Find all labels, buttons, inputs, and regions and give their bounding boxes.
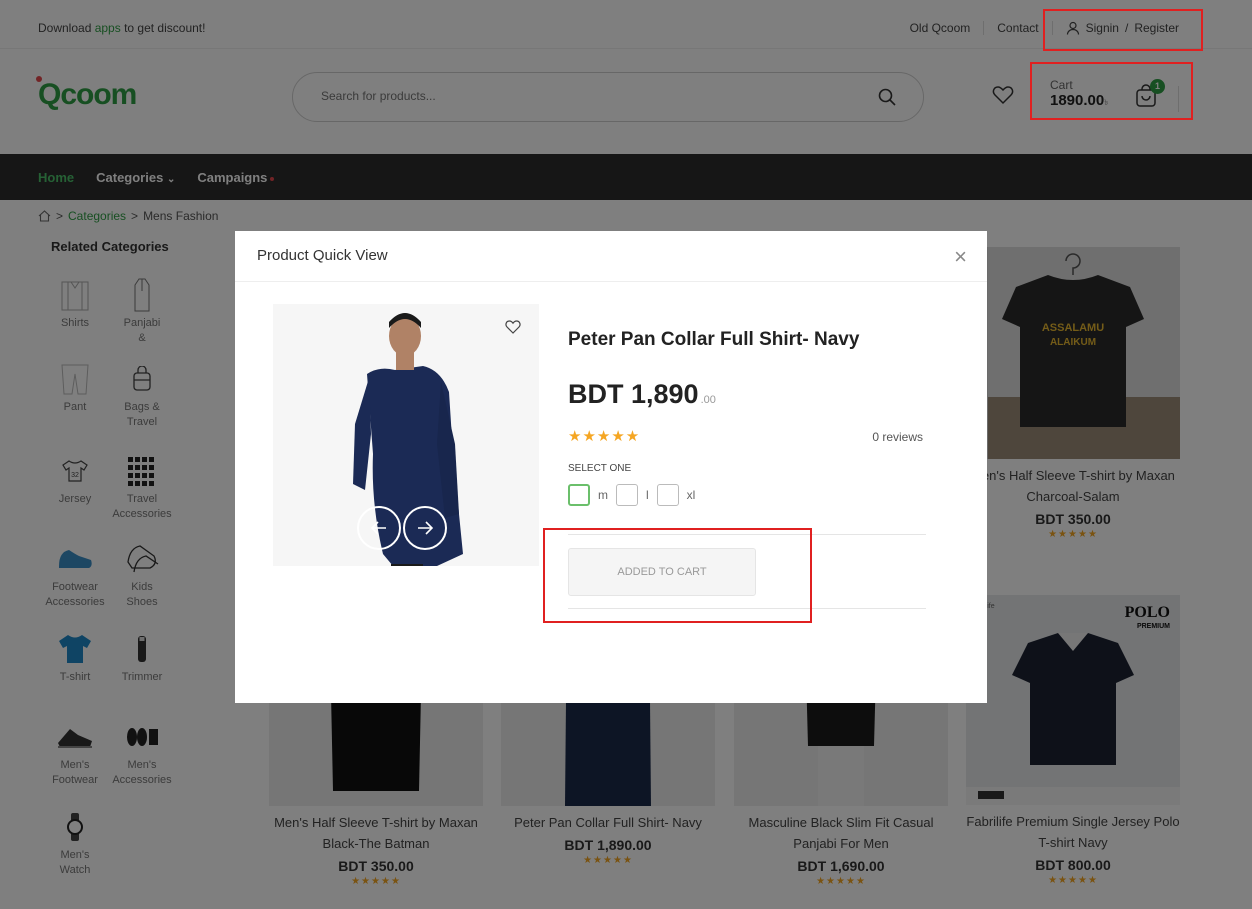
size-radio-l[interactable] — [616, 484, 638, 506]
arrow-left-icon — [371, 521, 386, 535]
modal-title: Product Quick View — [257, 247, 388, 264]
price-decimals: .00 — [700, 394, 716, 406]
product-image — [273, 304, 539, 566]
highlight-box-add-to-cart — [543, 528, 812, 623]
size-select-label: SELECT ONE — [568, 463, 632, 474]
wishlist-heart-icon[interactable] — [505, 320, 521, 334]
size-label: m — [598, 488, 608, 502]
next-image-button[interactable] — [403, 506, 447, 550]
size-radio-xl[interactable] — [656, 484, 679, 506]
size-radio-m[interactable] — [568, 484, 590, 506]
highlight-box-signin — [1043, 9, 1203, 51]
size-label: xl — [686, 488, 696, 502]
arrow-right-icon — [418, 521, 433, 535]
product-price: BDT 1,890.00 — [568, 379, 716, 410]
modal-header: Product Quick View × — [235, 231, 987, 282]
prev-image-button[interactable] — [357, 506, 401, 550]
review-count[interactable]: 0 reviews — [872, 430, 923, 444]
price-main: BDT 1,890 — [568, 379, 699, 409]
product-title: Peter Pan Collar Full Shirt- Navy — [568, 329, 860, 350]
quick-view-modal: Product Quick View × Peter Pan Collar Fu… — [235, 231, 987, 703]
size-options: m l xl — [568, 484, 695, 506]
rating-stars: ★★★★★ — [568, 428, 641, 445]
close-icon[interactable]: × — [954, 246, 967, 268]
size-label: l — [646, 488, 649, 502]
highlight-box-cart — [1030, 62, 1193, 120]
